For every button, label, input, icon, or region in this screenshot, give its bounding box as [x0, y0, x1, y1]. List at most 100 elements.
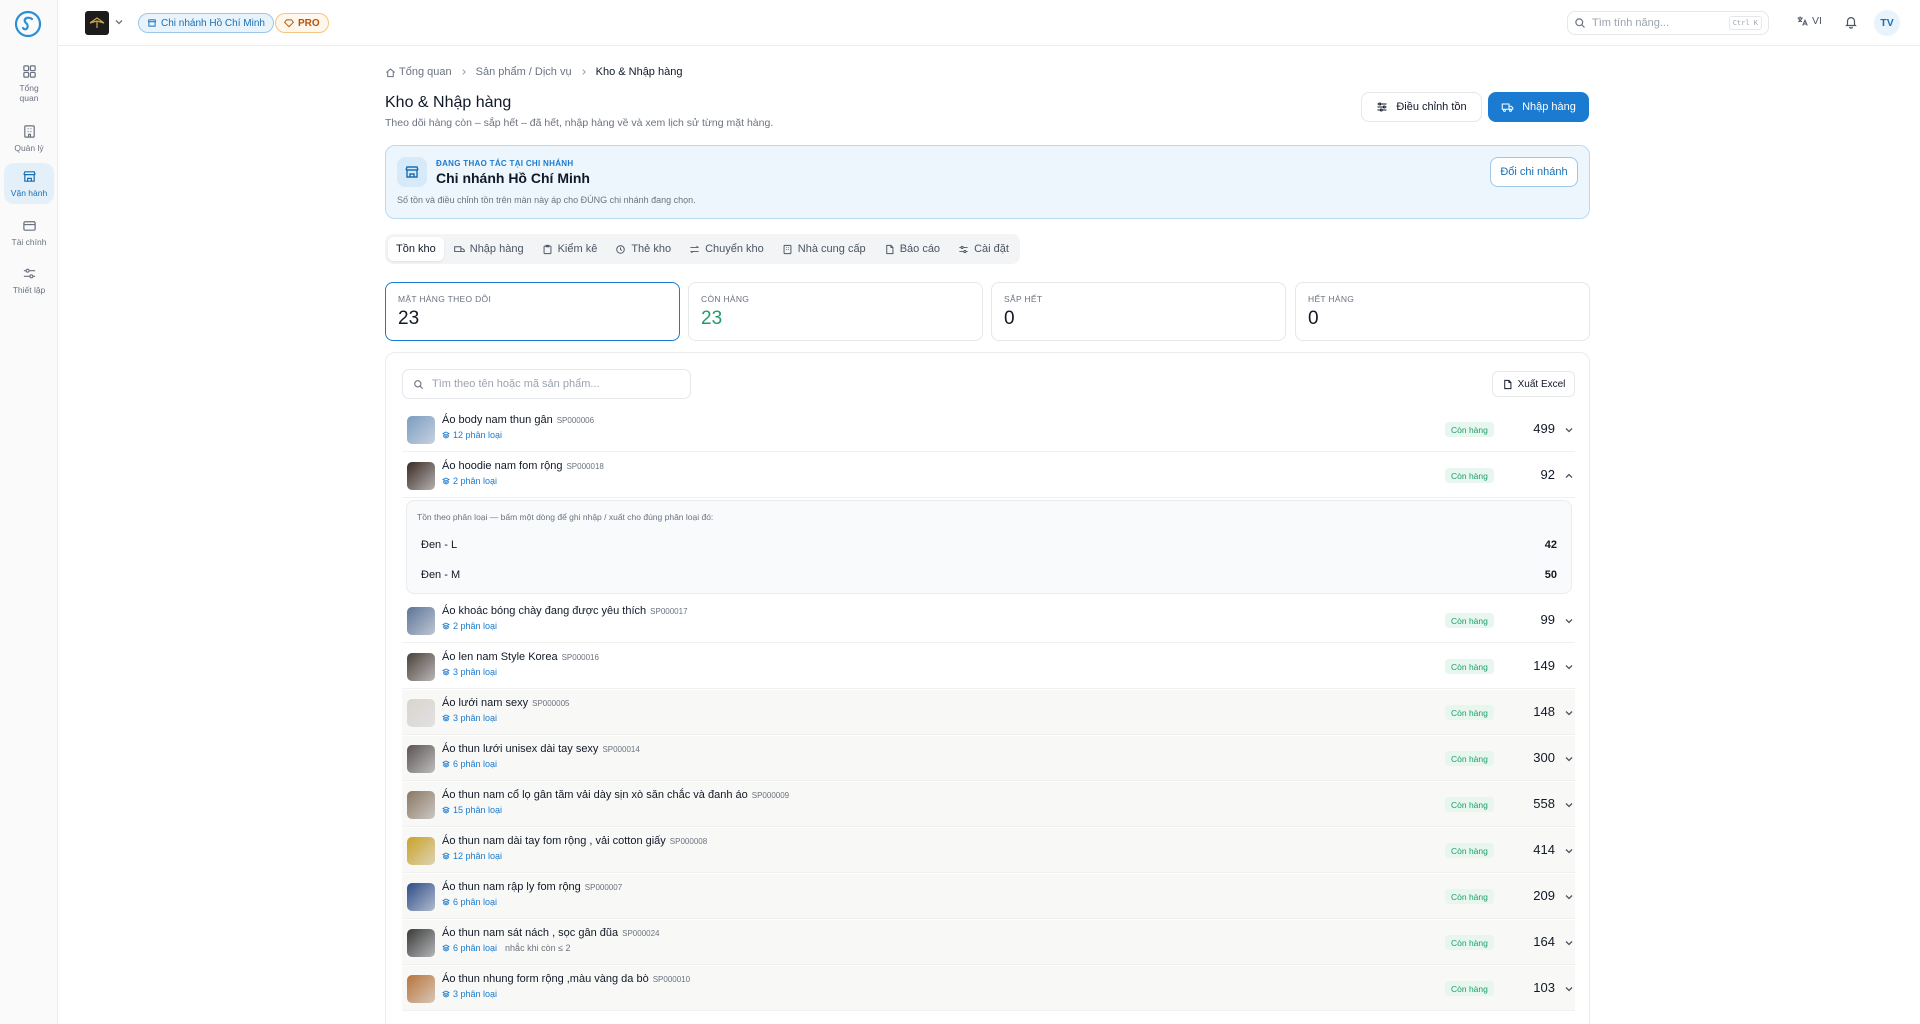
product-row[interactable]: Áo thun nam rập ly fom rộng SP000007 6 phâ… [402, 874, 1575, 919]
product-name: Áo thun nam cổ lọ gân tăm vải dày sịn xò… [442, 789, 789, 801]
tab-transfer[interactable]: Chuyển kho [681, 237, 772, 261]
bell-icon[interactable] [1844, 15, 1858, 29]
product-name-text: Áo body nam thun gân [442, 414, 553, 426]
sidebar-item-operations[interactable]: Vận hành [4, 163, 54, 205]
tab-stock[interactable]: Tồn kho [388, 237, 444, 261]
branch-badge[interactable]: Chi nhánh Hồ Chí Minh [138, 13, 274, 33]
sidebar-item-management[interactable]: Quản lý [4, 118, 54, 159]
sidebar-item-label: Tài chính [11, 237, 47, 247]
chevron-down-icon[interactable] [1564, 984, 1574, 994]
chevron-up-icon[interactable] [1564, 471, 1574, 481]
stat-tracked-items[interactable]: MẶT HÀNG THEO DÕI 23 [385, 282, 680, 341]
stat-in-stock[interactable]: CÒN HÀNG 23 [688, 282, 983, 341]
product-name: Áo thun lưới unisex dài tay sexy SP000014 [442, 743, 640, 755]
chevron-down-icon[interactable] [1564, 662, 1574, 672]
variant-count[interactable]: 3 phân loại [453, 989, 497, 999]
variant-breakdown-note: Tồn theo phân loại — bấm một dòng để ghi… [417, 512, 714, 522]
variant-row[interactable]: Đen - L 42 [407, 531, 1571, 561]
feature-search-input[interactable]: Tìm tính năng... Ctrl K [1567, 11, 1769, 35]
product-row[interactable]: Áo thun nam sát nách , sọc gân đũa SP0000… [402, 920, 1575, 965]
product-thumbnail [407, 699, 435, 727]
variant-count[interactable]: 15 phân loại [453, 805, 502, 815]
product-row[interactable]: Áo khoác bóng chày đang được yêu thích SP… [402, 598, 1575, 643]
transfer-icon [689, 245, 700, 253]
variant-count[interactable]: 6 phân loại [453, 897, 497, 907]
plan-badge[interactable]: PRO [275, 13, 329, 33]
variant-count[interactable]: 6 phân loại [453, 759, 497, 769]
breadcrumb-link-products[interactable]: Sản phẩm / Dịch vụ [476, 66, 572, 78]
variant-count[interactable]: 3 phân loại [453, 667, 497, 677]
product-thumbnail [407, 462, 435, 490]
chevron-down-icon[interactable] [1564, 846, 1574, 856]
product-name: Áo hoodie nam fom rộng SP000018 [442, 460, 604, 472]
stat-low-stock[interactable]: SẮP HẾT 0 [991, 282, 1286, 341]
user-avatar[interactable]: TV [1874, 10, 1900, 36]
variant-count[interactable]: 2 phân loại [453, 621, 497, 631]
product-thumbnail [407, 929, 435, 957]
variant-count[interactable]: 12 phân loại [453, 430, 502, 440]
stat-out-of-stock[interactable]: HẾT HÀNG 0 [1295, 282, 1590, 341]
variant-count[interactable]: 2 phân loại [453, 476, 497, 486]
tab-suppliers[interactable]: Nhà cung cấp [774, 237, 874, 261]
import-goods-button[interactable]: Nhập hàng [1488, 92, 1589, 122]
stat-value: 23 [701, 308, 723, 329]
product-row[interactable]: Áo thun nhung form rộng ,màu vàng da bò S… [402, 966, 1575, 1011]
tab-stocktake[interactable]: Kiểm kê [534, 237, 606, 261]
variant-count[interactable]: 3 phân loại [453, 713, 497, 723]
layers-icon [442, 898, 450, 906]
export-excel-button[interactable]: Xuất Excel [1492, 371, 1575, 397]
product-row[interactable]: Áo lưới nam sexy SP000005 3 phân loại Còn h… [402, 690, 1575, 735]
shortcut-hint: Ctrl K [1728, 16, 1762, 30]
tab-settings[interactable]: Cài đặt [950, 237, 1017, 261]
language-switcher[interactable]: VI [1796, 15, 1822, 27]
stock-quantity: 148 [1533, 704, 1555, 719]
sidebar-item-overview[interactable]: Tổng quan [4, 58, 54, 109]
variant-row[interactable]: Đen - M 50 [407, 561, 1571, 591]
product-row[interactable]: Áo thun nam cổ lọ gân tăm vải dày sịn xò… [402, 782, 1575, 827]
building-icon [23, 125, 35, 138]
product-variants: 6 phân loại [442, 759, 497, 769]
product-thumbnail [407, 607, 435, 635]
chevron-down-icon[interactable] [1564, 800, 1574, 810]
status-badge: Còn hàng [1445, 797, 1494, 812]
product-code: SP000018 [566, 462, 604, 471]
status-badge: Còn hàng [1445, 468, 1494, 483]
product-row[interactable]: Áo len nam Style Korea SP000016 3 phân loạ… [402, 644, 1575, 689]
chevron-down-icon[interactable] [1564, 892, 1574, 902]
product-row[interactable]: Áo thun nam dài tay fom rộng , vải cotto… [402, 828, 1575, 873]
chevron-down-icon[interactable] [1564, 938, 1574, 948]
chevron-down-icon[interactable] [1564, 425, 1574, 435]
stat-label: MẶT HÀNG THEO DÕI [398, 294, 492, 304]
product-row[interactable]: Áo hoodie nam fom rộng SP000018 2 phân loạ… [402, 453, 1575, 498]
layers-icon [442, 714, 450, 722]
product-name-text: Áo thun nam cổ lọ gân tăm vải dày sịn xò… [442, 789, 748, 801]
variant-count[interactable]: 6 phân loại [453, 943, 497, 953]
chevron-down-icon[interactable] [1564, 616, 1574, 626]
sidebar-item-finance[interactable]: Tài chính [4, 212, 54, 253]
product-variants: 6 phân loại [442, 897, 497, 907]
tab-import[interactable]: Nhập hàng [446, 237, 532, 261]
product-row[interactable]: Áo body nam thun gân SP000006 12 phân loại… [402, 407, 1575, 452]
chevron-down-icon[interactable] [1564, 754, 1574, 764]
chevron-down-icon[interactable] [114, 17, 124, 27]
variant-breakdown-panel: Tồn theo phân loại — bấm một dòng để ghi… [406, 500, 1572, 594]
tab-stock-card[interactable]: Thẻ kho [607, 237, 679, 261]
layers-icon [442, 622, 450, 630]
adjust-stock-button[interactable]: Điều chỉnh tồn [1361, 92, 1482, 122]
app-logo[interactable] [14, 10, 42, 38]
switch-branch-button[interactable]: Đổi chi nhánh [1490, 157, 1578, 187]
chevron-down-icon[interactable] [1564, 708, 1574, 718]
stat-label: SẮP HẾT [1004, 294, 1043, 304]
sidebar-item-label: Thiết lập [12, 285, 46, 295]
product-search-input[interactable]: Tìm theo tên hoặc mã sản phẩm... [402, 369, 691, 399]
breadcrumb-link-overview[interactable]: Tổng quan [399, 66, 452, 78]
shop-avatar[interactable] [85, 11, 109, 35]
product-row[interactable]: Áo thun lưới unisex dài tay sexy SP000014… [402, 736, 1575, 781]
settings-icon [959, 245, 968, 253]
product-name-text: Áo lưới nam sexy [442, 697, 529, 709]
variant-count[interactable]: 12 phân loại [453, 851, 502, 861]
product-list-card: Tìm theo tên hoặc mã sản phẩm... Xuất Ex… [385, 352, 1590, 1024]
layers-icon [442, 944, 450, 952]
tab-reports[interactable]: Báo cáo [876, 237, 948, 261]
sidebar-item-settings[interactable]: Thiết lập [4, 260, 54, 301]
